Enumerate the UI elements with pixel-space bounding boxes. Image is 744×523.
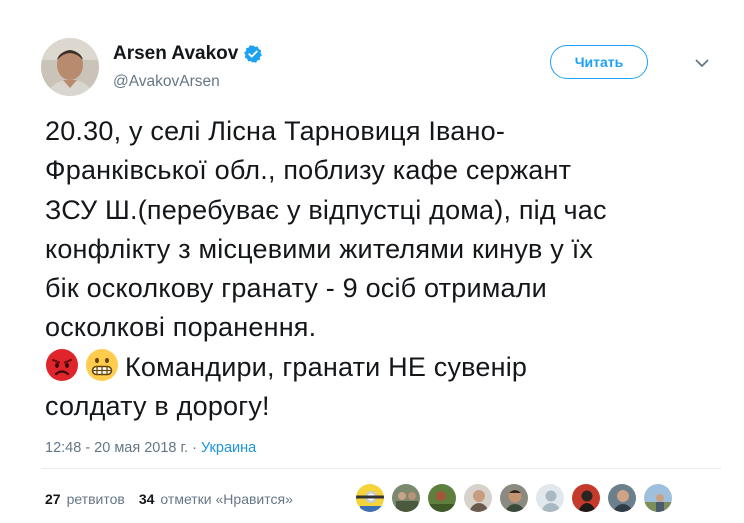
chevron-down-icon[interactable]	[693, 54, 711, 72]
default-avatar[interactable]	[535, 483, 565, 513]
tweet-text-line: бік осколкову гранату - 9 осіб отримали	[45, 273, 547, 304]
tweet: Arsen Avakov @AvakovArsen Читать 20.30, …	[0, 0, 744, 523]
name-row: Arsen Avakov	[113, 43, 263, 65]
tweet-text: 20.30, у селі Лісна Тарновиця Івано- Фра…	[45, 112, 705, 426]
verified-badge-icon	[243, 44, 263, 64]
likes-count: 34	[138, 491, 155, 507]
grimacing-face-emoji	[85, 348, 119, 382]
author-avatar[interactable]	[41, 38, 99, 96]
author-display-name[interactable]: Arsen Avakov	[113, 43, 238, 65]
follow-button[interactable]: Читать	[550, 45, 648, 79]
likes-stat[interactable]: 34 отметки «Нравится»	[139, 491, 293, 507]
tweet-location-link[interactable]: Украина	[201, 440, 256, 456]
tweet-text-line: ЗСУ Ш.(перебуває у відпустці дома), під …	[45, 194, 607, 225]
person-avatar[interactable]	[463, 483, 493, 513]
tweet-header: Arsen Avakov @AvakovArsen Читать	[41, 38, 721, 98]
tweet-text-line: конфлікту з місцевими жителями кинув у ї…	[45, 233, 594, 264]
tweet-text-line: Командири, гранати НЕ сувенір	[125, 351, 528, 382]
angry-face-emoji	[45, 348, 79, 382]
person-avatar-3[interactable]	[607, 483, 637, 513]
tweet-meta: 12:48 - 20 мая 2018 г. · Украина	[45, 440, 256, 456]
red-avatar[interactable]	[571, 483, 601, 513]
retweets-label: ретвитов	[66, 491, 125, 507]
tweet-text-line: солдату в дорогу!	[45, 391, 270, 422]
author-handle[interactable]: @AvakovArsen	[113, 73, 220, 91]
retweets-count: 27	[45, 491, 61, 507]
group-avatar[interactable]	[391, 483, 421, 513]
tweet-text-line: Франківської обл., поблизу кафе сержант	[45, 155, 572, 186]
tweet-emoji-line: Командири, гранати НЕ сувенір	[45, 348, 705, 387]
likers-avatars	[355, 483, 679, 517]
person-avatar-2[interactable]	[499, 483, 529, 513]
likes-label: отметки «Нравится»	[160, 491, 293, 507]
tweet-stats: 27 ретвитов 34 отметки «Нравится»	[45, 491, 293, 507]
meta-separator: ·	[192, 440, 197, 456]
tweet-text-line: 20.30, у селі Лісна Тарновиця Івано-	[45, 116, 506, 146]
tweet-timestamp[interactable]: 12:48 - 20 мая 2018 г.	[45, 440, 188, 456]
tweet-text-line: осколкові поранення.	[45, 312, 317, 343]
divider	[41, 468, 721, 469]
landscape-avatar[interactable]	[427, 483, 457, 513]
retweets-stat[interactable]: 27 ретвитов	[45, 491, 125, 507]
minion-avatar[interactable]	[355, 483, 385, 513]
outdoor-avatar[interactable]	[643, 483, 673, 513]
